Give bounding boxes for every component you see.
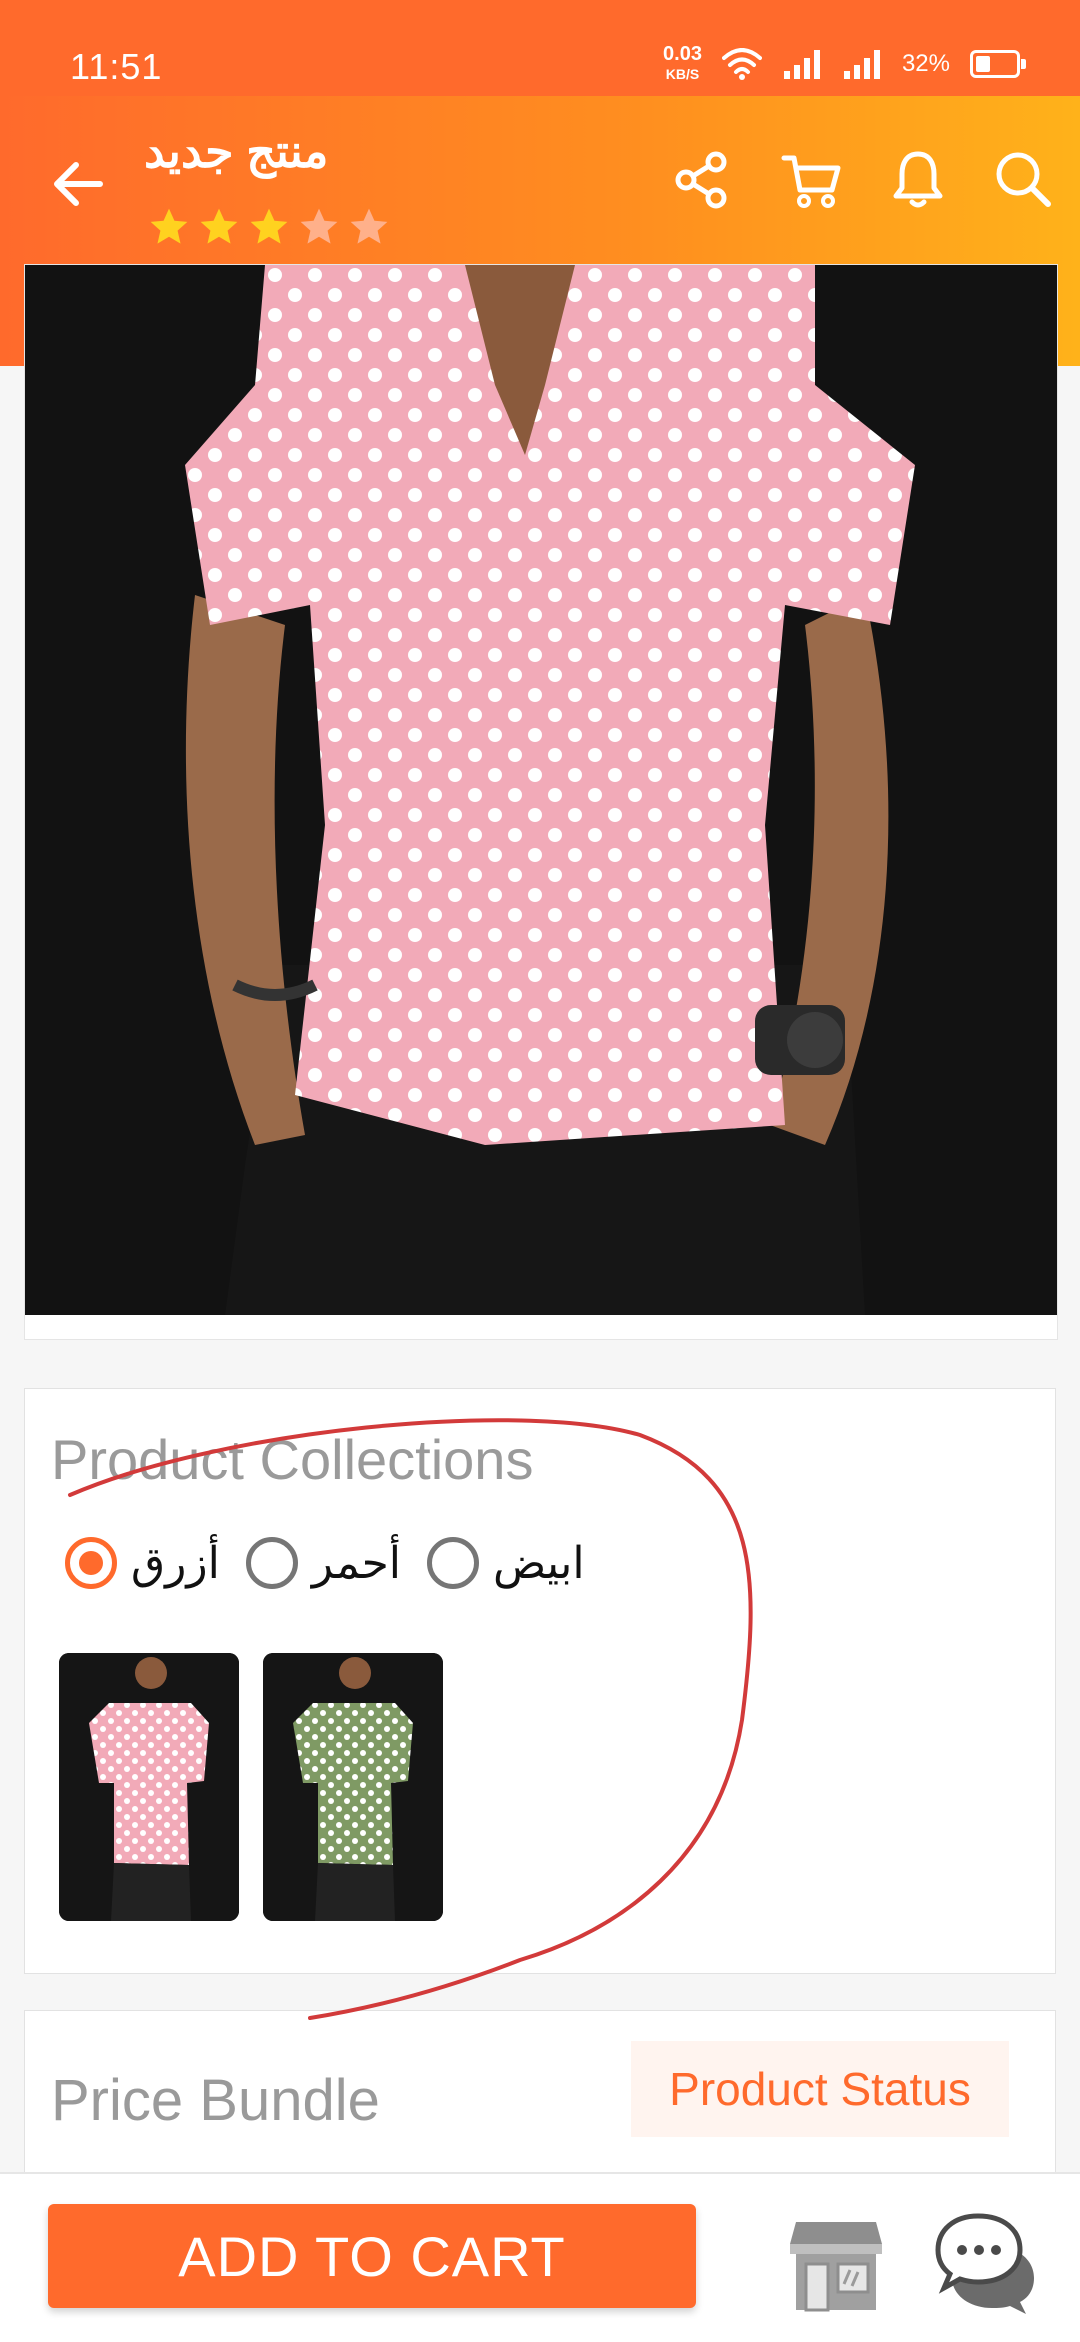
product-status-badge[interactable]: Product Status bbox=[631, 2041, 1009, 2137]
cart-icon[interactable] bbox=[778, 146, 846, 214]
color-option-red[interactable]: أحمر bbox=[245, 1537, 401, 1589]
price-bundle-title: Price Bundle bbox=[51, 2068, 380, 2133]
radio-checked[interactable] bbox=[65, 1537, 117, 1589]
network-speed: 0.03 KB/S bbox=[663, 44, 702, 84]
share-icon[interactable] bbox=[668, 146, 736, 214]
status-icons: 0.03 KB/S 32% bbox=[663, 44, 1026, 84]
color-option-label: أحمر bbox=[311, 1538, 401, 1588]
star-icon bbox=[250, 208, 288, 244]
signal-icon bbox=[783, 50, 820, 79]
collections-title: Product Collections bbox=[51, 1428, 534, 1491]
color-option-label: ابيض bbox=[493, 1538, 585, 1588]
collection-thumbnails bbox=[59, 1653, 443, 1921]
product-image[interactable] bbox=[24, 264, 1058, 1340]
pink-shirt-image bbox=[59, 1653, 239, 1921]
green-shirt-image bbox=[263, 1653, 443, 1921]
status-bar: 11:51 0.03 KB/S 32% bbox=[0, 0, 1080, 96]
product-photo bbox=[25, 265, 1057, 1315]
star-empty-icon bbox=[300, 208, 338, 244]
page-title: منتج جديد bbox=[144, 125, 329, 177]
store-icon[interactable] bbox=[786, 2214, 886, 2314]
battery-icon bbox=[970, 50, 1026, 78]
status-time: 11:51 bbox=[70, 46, 163, 87]
network-speed-value: 0.03 bbox=[663, 43, 702, 65]
battery-percent: 32% bbox=[901, 50, 950, 77]
chat-icon[interactable] bbox=[934, 2210, 1038, 2314]
color-option-label: أزرق bbox=[131, 1538, 220, 1588]
bottom-action-bar: ADD TO CART bbox=[0, 2172, 1080, 2342]
network-speed-unit: KB/S bbox=[665, 66, 700, 82]
app-bar: منتج جديد bbox=[0, 96, 1080, 266]
radio-unchecked[interactable] bbox=[427, 1537, 479, 1589]
bell-icon[interactable] bbox=[884, 146, 952, 214]
back-arrow-icon[interactable] bbox=[46, 152, 110, 216]
radio-unchecked[interactable] bbox=[245, 1537, 298, 1589]
green-shirt-thumbnail[interactable] bbox=[263, 1653, 443, 1921]
add-to-cart-button[interactable]: ADD TO CART bbox=[48, 2204, 696, 2308]
star-empty-icon bbox=[350, 208, 388, 244]
search-icon[interactable] bbox=[990, 146, 1058, 214]
pink-shirt-thumbnail[interactable] bbox=[59, 1653, 239, 1921]
color-option-white[interactable]: ابيض bbox=[427, 1537, 585, 1589]
signal-icon-2 bbox=[843, 50, 880, 79]
color-options: أزرق أحمر ابيض bbox=[65, 1537, 585, 1589]
wifi-icon bbox=[721, 48, 762, 80]
rating-stars bbox=[148, 206, 390, 248]
color-option-blue[interactable]: أزرق bbox=[65, 1537, 220, 1589]
star-icon bbox=[200, 208, 238, 244]
product-collections-card: Product Collections أزرق أحمر ابيض bbox=[24, 1388, 1056, 1974]
star-icon bbox=[150, 208, 188, 244]
